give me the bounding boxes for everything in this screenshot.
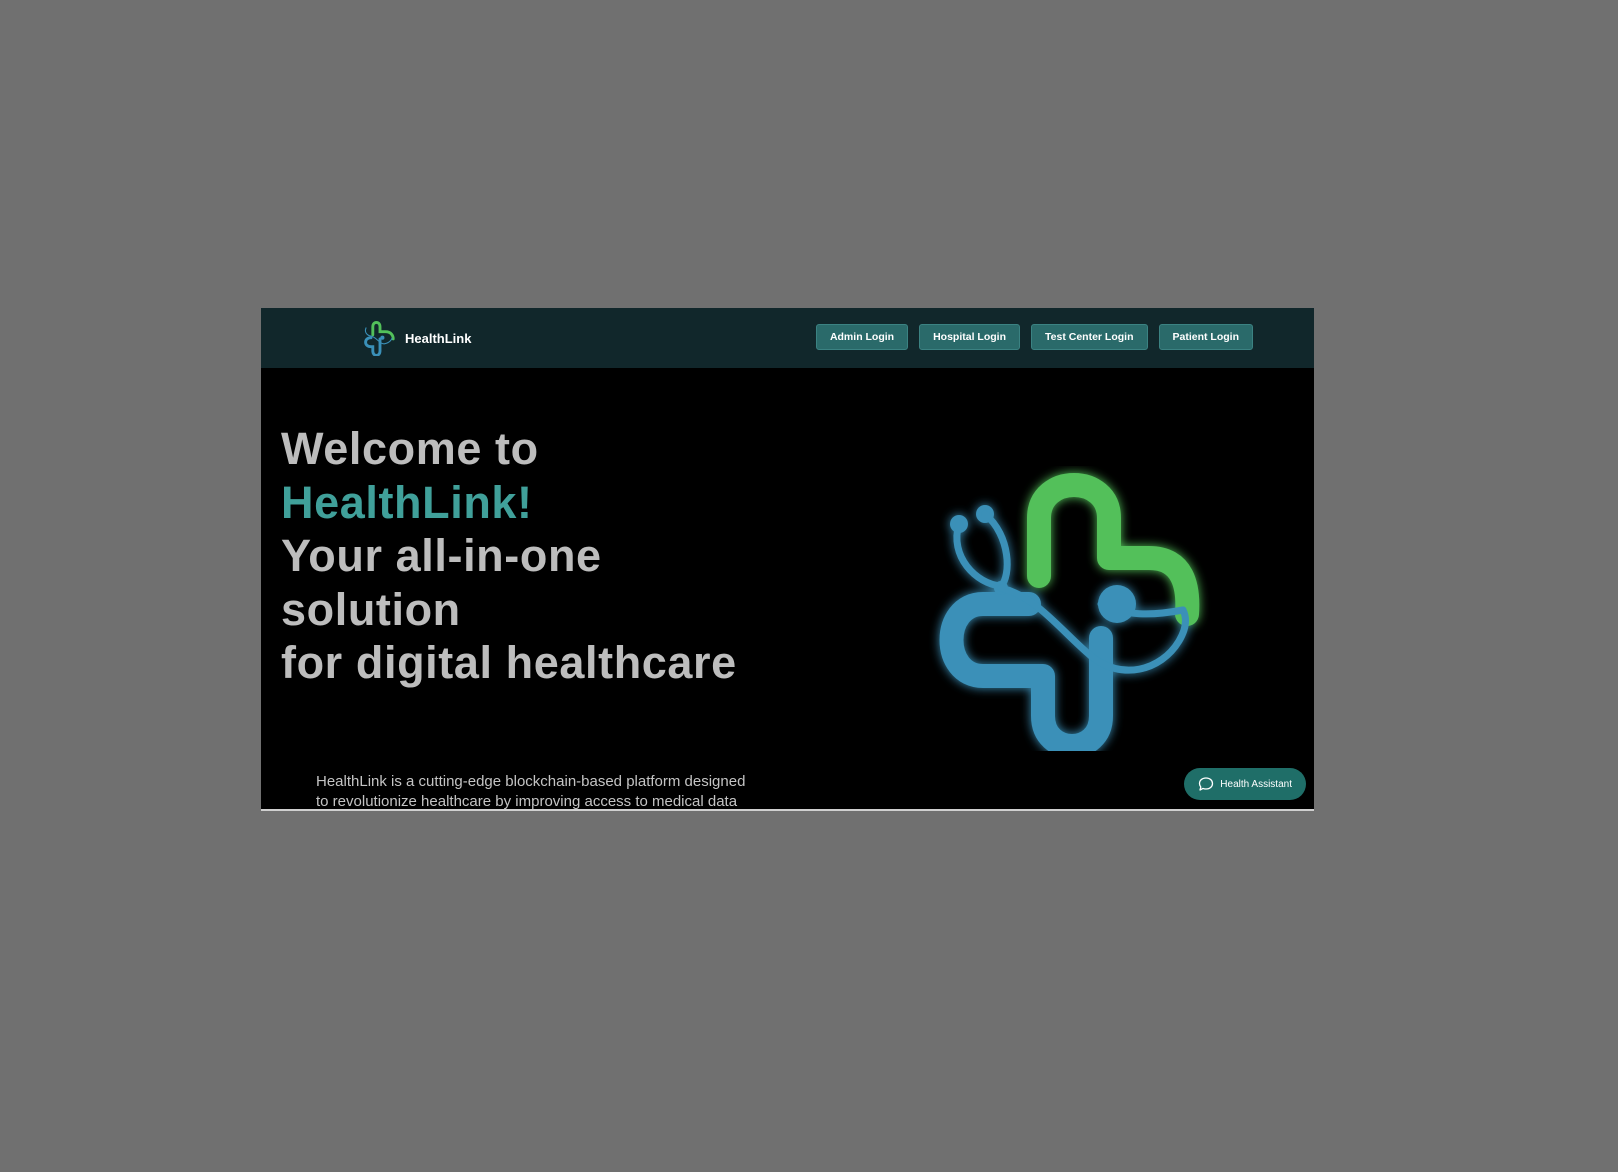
description-line-2: to revolutionize healthcare by improving… [316,793,738,810]
headline-line-3: Your all-in-one [281,530,602,581]
hospital-login-button[interactable]: Hospital Login [919,324,1021,350]
navbar: HealthLink Admin Login Hospital Login Te… [261,308,1314,368]
test-center-login-button[interactable]: Test Center Login [1031,324,1148,350]
headline-line-1: Welcome to [281,423,539,474]
headline-brand: HealthLink! [281,476,533,528]
hero-logo-icon [939,473,1200,751]
headline-line-4: solution [281,583,461,635]
headline-line-5: for digital healthcare [281,637,737,688]
patient-login-button[interactable]: Patient Login [1158,324,1253,350]
chat-bubble-icon [1199,777,1214,791]
hero-description: HealthLink is a cutting-edge blockchain-… [316,772,816,810]
login-buttons: Admin Login Hospital Login Test Center L… [815,324,1253,350]
brand-name: HealthLink [405,330,472,346]
health-assistant-button[interactable]: Health Assistant [1184,768,1306,800]
brand[interactable]: HealthLink [359,318,471,358]
admin-login-button[interactable]: Admin Login [815,324,909,350]
description-line-1: HealthLink is a cutting-edge blockchain-… [316,773,746,790]
health-assistant-label: Health Assistant [1220,778,1292,790]
browser-viewport: HealthLink Admin Login Hospital Login Te… [261,308,1314,811]
hero-headline: Welcome to HealthLink! Your all-in-one s… [281,422,737,690]
medical-cross-stethoscope-icon [364,320,395,356]
